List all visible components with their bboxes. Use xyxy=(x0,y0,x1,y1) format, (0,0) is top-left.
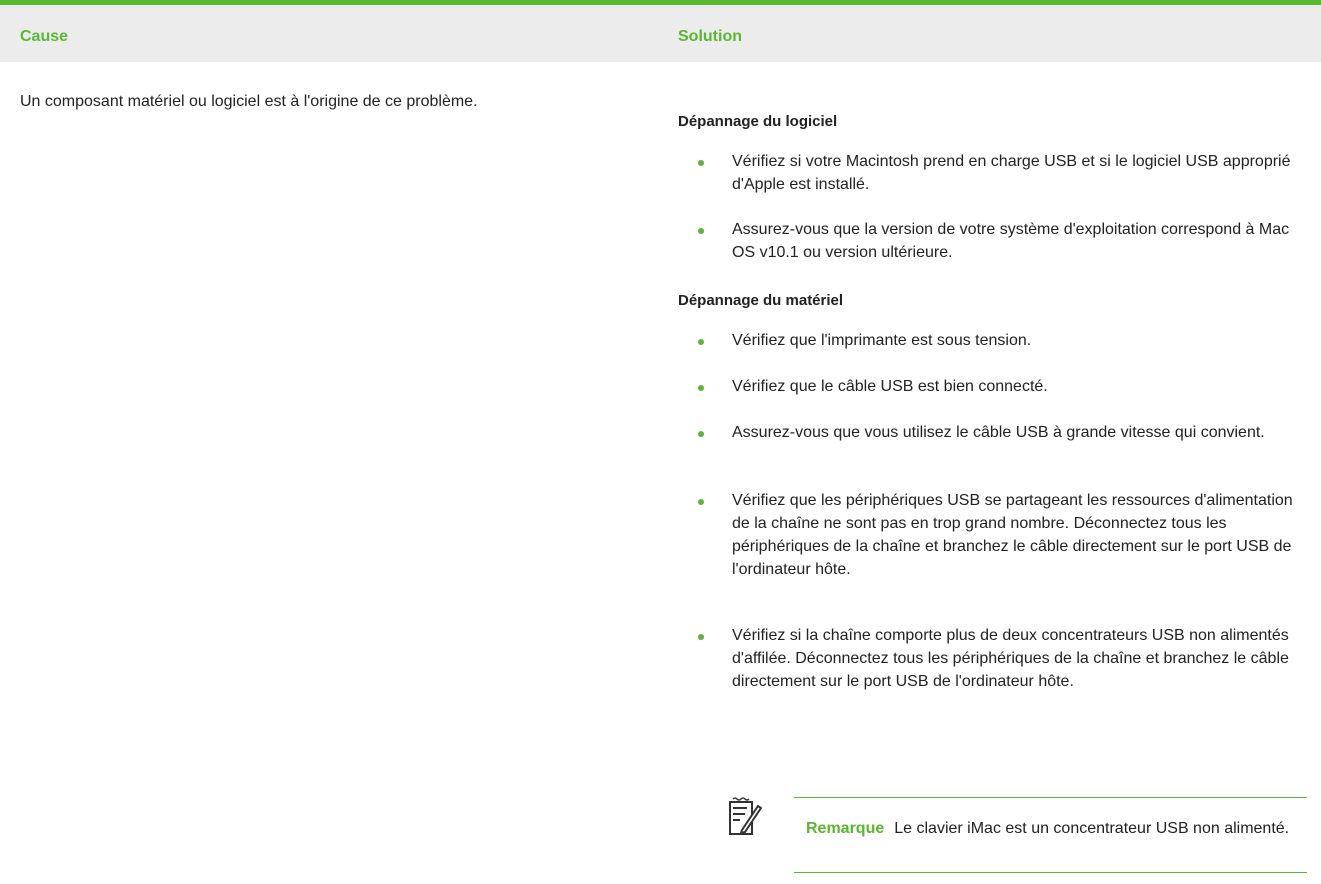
note-top-rule xyxy=(794,797,1307,798)
hardware-troubleshooting-heading: Dépannage du matériel xyxy=(678,292,844,309)
software-item: Assurez-vous que la version de votre sys… xyxy=(732,221,1290,261)
bullet-icon xyxy=(698,385,704,391)
hardware-item: Vérifiez si la chaîne comporte plus de d… xyxy=(732,627,1289,690)
note-text: Le clavier iMac est un concentrateur USB… xyxy=(894,820,1290,837)
hardware-item: Vérifiez que les périphériques USB se pa… xyxy=(732,492,1293,578)
note-label: Remarque xyxy=(806,820,885,837)
table-header-row xyxy=(0,5,1321,62)
hardware-item: Assurez-vous que vous utilisez le câble … xyxy=(732,424,1265,441)
bullet-icon xyxy=(698,499,704,505)
bullet-icon xyxy=(698,431,704,437)
column-header-solution: Solution xyxy=(678,28,742,45)
software-troubleshooting-heading: Dépannage du logiciel xyxy=(678,113,838,130)
column-header-cause: Cause xyxy=(20,28,69,45)
hardware-item: Vérifiez que l'imprimante est sous tensi… xyxy=(732,332,1032,349)
bullet-icon xyxy=(698,228,704,234)
note-body: Remarque Le clavier iMac est un concentra… xyxy=(806,817,1306,840)
software-item: Vérifiez si votre Macintosh prend en cha… xyxy=(732,153,1291,193)
hardware-item: Vérifiez que le câble USB est bien conne… xyxy=(732,378,1048,395)
bullet-icon xyxy=(698,634,704,640)
bullet-icon xyxy=(698,160,704,166)
bullet-icon xyxy=(698,339,704,345)
note-bottom-rule xyxy=(794,872,1307,873)
note-pencil-icon xyxy=(729,797,762,835)
cause-cell: Un composant matériel ou logiciel est à … xyxy=(20,93,478,110)
